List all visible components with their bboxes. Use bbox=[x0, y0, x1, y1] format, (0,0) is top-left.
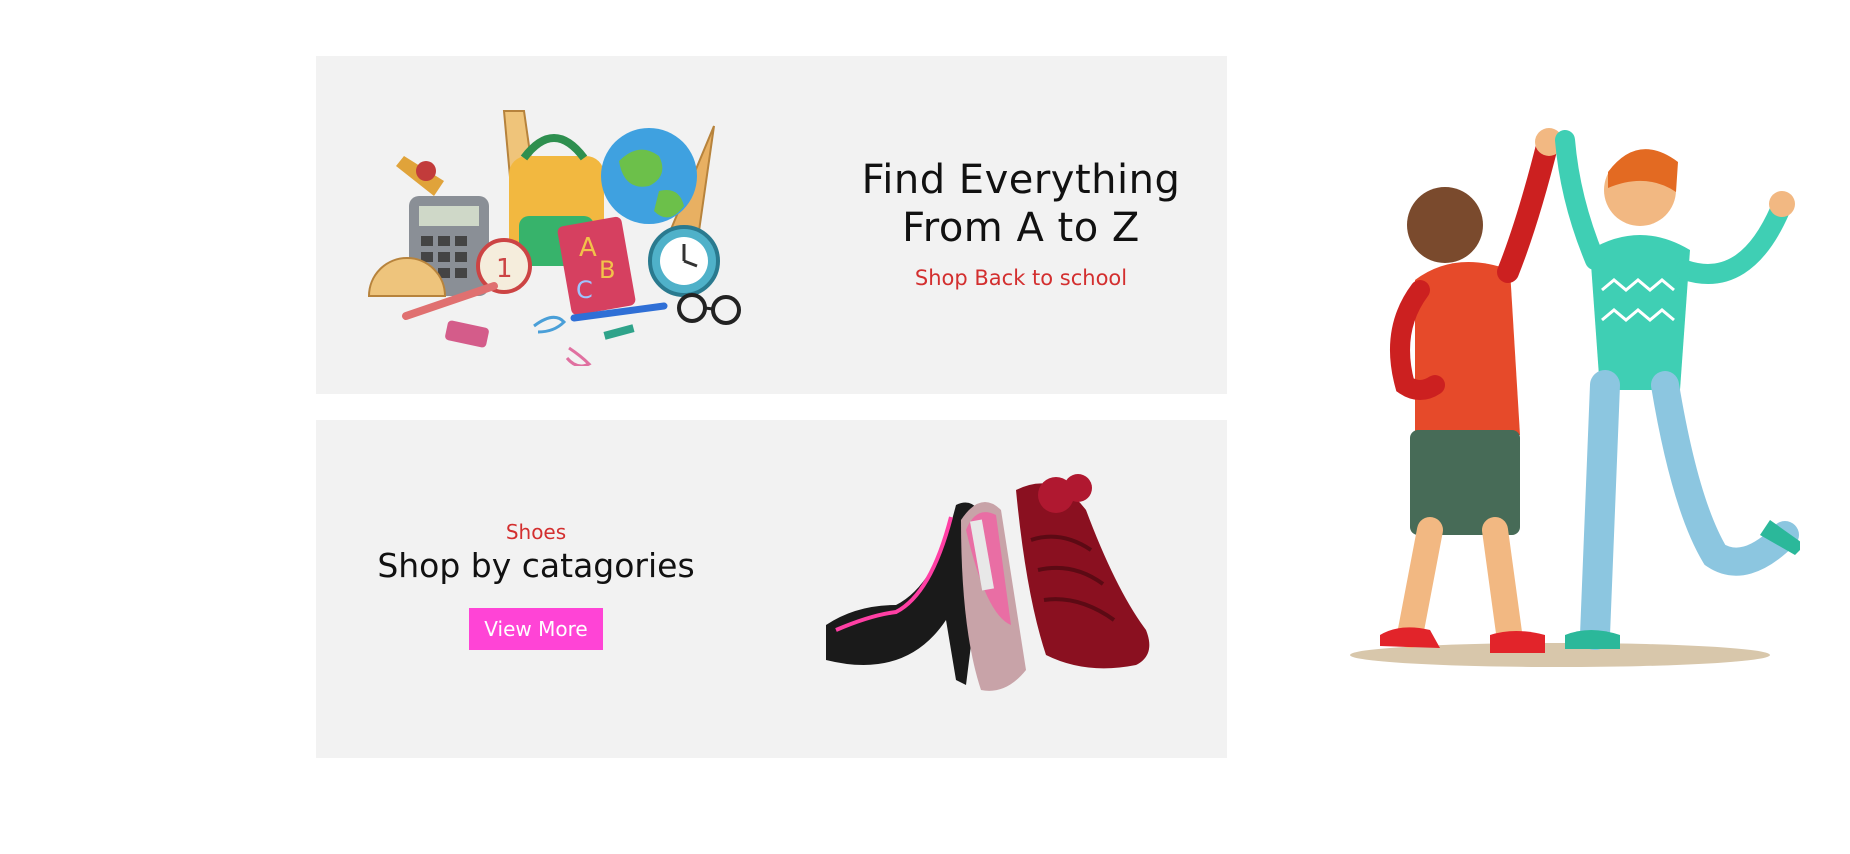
promo-shoes-text: Shoes Shop by catagories View More bbox=[356, 520, 716, 650]
promo-school-text: Find Everything From A to Z Shop Back to… bbox=[841, 156, 1201, 290]
promo-school-title-line1: Find Everything bbox=[861, 157, 1181, 203]
svg-text:B: B bbox=[599, 256, 615, 284]
promo-banner-school: A B C 1 Find Everything From A to Z Shop… bbox=[316, 56, 1227, 394]
shop-back-to-school-link[interactable]: Shop Back to school bbox=[841, 266, 1201, 290]
promo-school-title-line2: From A to Z bbox=[902, 205, 1140, 251]
promo-banner-shoes: Shoes Shop by catagories View More bbox=[316, 420, 1227, 758]
high-heels-icon bbox=[826, 474, 1150, 691]
school-supplies-icon: A B C 1 bbox=[367, 110, 741, 366]
svg-text:1: 1 bbox=[496, 254, 513, 284]
svg-text:A: A bbox=[579, 233, 597, 263]
svg-text:C: C bbox=[576, 276, 593, 304]
promo-shoes-kicker: Shoes bbox=[505, 520, 567, 544]
view-more-button[interactable]: View More bbox=[469, 608, 603, 650]
promo-shoes-title: Shop by catagories bbox=[377, 546, 695, 585]
high-five-friends-icon bbox=[1350, 128, 1800, 667]
promo-school-title: Find Everything From A to Z bbox=[841, 156, 1201, 252]
